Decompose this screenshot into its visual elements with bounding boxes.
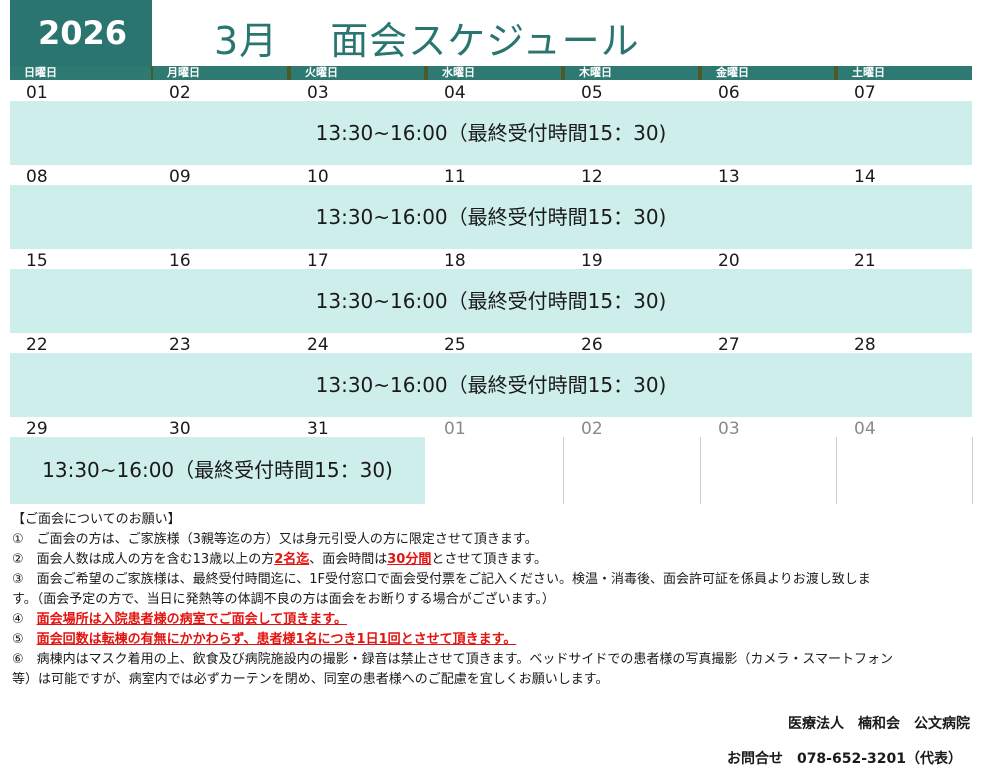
date-cell: 14	[854, 167, 876, 187]
contact-phone: お問合せ 078-652-3201（代表）	[726, 751, 962, 767]
date-cell: 26	[581, 335, 603, 355]
rule-3: ③ 面会ご希望のご家族様は、最終受付時間迄に、1F受付窓口で面会受付票をご記入く…	[12, 572, 871, 587]
cell-divider	[836, 437, 837, 504]
visiting-rules: 【ご面会についてのお願い】 ① ご面会の方は、ご家族様（3親等迄の方）又は身元引…	[12, 510, 972, 690]
next-month-date-cell: 03	[718, 419, 740, 439]
weekday-wednesday: 水曜日	[428, 66, 561, 80]
date-cell: 12	[581, 167, 603, 187]
rule-1: ① ご面会の方は、ご家族様（3親等迄の方）又は身元引受人の方に限定させて頂きます…	[12, 532, 538, 547]
rule-4-number: ④	[12, 612, 37, 627]
next-month-date-cell: 04	[854, 419, 876, 439]
rule-2: ② 面会人数は成人の方を含む13歳以上の方2名迄、面会時間は30分間とさせて頂き…	[12, 550, 972, 570]
date-cell: 05	[581, 83, 603, 103]
visiting-hours-band: 13:30~16:00（最終受付時間15：30)	[10, 269, 972, 333]
visiting-hours-band: 13:30~16:00（最終受付時間15：30)	[10, 185, 972, 249]
weekday-monday: 月曜日	[153, 66, 287, 80]
date-cell: 09	[169, 167, 191, 187]
date-cell: 15	[26, 251, 48, 271]
date-cell: 02	[169, 83, 191, 103]
rule-2-time-limit: 30分間	[387, 552, 432, 567]
date-cell: 27	[718, 335, 740, 355]
visiting-hours-band: 13:30~16:00（最終受付時間15：30)	[10, 437, 425, 504]
date-cell: 01	[26, 83, 48, 103]
date-cell: 06	[718, 83, 740, 103]
rule-5-number: ⑤	[12, 632, 37, 647]
date-cell: 13	[718, 167, 740, 187]
date-cell: 28	[854, 335, 876, 355]
date-cell: 18	[444, 251, 466, 271]
date-cell: 29	[26, 419, 48, 439]
weekday-thursday: 木曜日	[565, 66, 698, 80]
rule-2-visitor-limit: 2名迄	[274, 552, 310, 567]
date-cell: 21	[854, 251, 876, 271]
cell-divider	[972, 437, 973, 504]
weekday-friday: 金曜日	[702, 66, 834, 80]
date-cell: 08	[26, 167, 48, 187]
rule-6-continued: 等）は可能ですが、病室内では必ずカーテンを閉め、同室の患者様へのご配慮を宜しくお…	[12, 672, 609, 687]
date-cell: 16	[169, 251, 191, 271]
date-cell: 25	[444, 335, 466, 355]
rule-5-text: 面会回数は転棟の有無にかかわらず、患者様1名につき1日1回とさせて頂きます。	[36, 632, 517, 647]
date-cell: 19	[581, 251, 603, 271]
next-month-date-cell: 02	[581, 419, 603, 439]
visiting-hours-band: 13:30~16:00（最終受付時間15：30)	[10, 101, 972, 165]
date-cell: 30	[169, 419, 191, 439]
date-cell: 20	[718, 251, 740, 271]
date-cell: 11	[444, 167, 466, 187]
visiting-hours-band: 13:30~16:00（最終受付時間15：30)	[10, 353, 972, 417]
rules-heading: 【ご面会についてのお願い】	[12, 512, 181, 527]
weekday-tuesday: 火曜日	[291, 66, 424, 80]
date-cell: 31	[307, 419, 329, 439]
weekday-sunday: 日曜日	[10, 66, 151, 80]
date-cell: 22	[26, 335, 48, 355]
year-label: 2026	[10, 0, 152, 66]
date-cell: 07	[854, 83, 876, 103]
rule-4-text: 面会場所は入院患者様の病室でご面会して頂きます。	[36, 612, 347, 627]
rule-3-continued: す。（面会予定の方で、当日に発熱等の体調不良の方は面会をお断りする場合がございま…	[12, 592, 555, 607]
cell-divider	[700, 437, 701, 504]
next-month-date-cell: 01	[444, 419, 466, 439]
rule-2-text: 、面会時間は	[309, 552, 388, 567]
hospital-name: 医療法人 楠和会 公文病院	[788, 716, 970, 732]
weekday-saturday: 土曜日	[838, 66, 972, 80]
rule-6: ⑥ 病棟内はマスク着用の上、飲食及び病院施設内の撮影・録音は禁止させて頂きます。…	[12, 652, 893, 667]
rule-2-text: とさせて頂きます。	[431, 552, 548, 567]
date-cell: 03	[307, 83, 329, 103]
page-title: 3月 面会スケジュール	[214, 19, 640, 63]
date-cell: 23	[169, 335, 191, 355]
cell-divider	[563, 437, 564, 504]
date-cell: 24	[307, 335, 329, 355]
rule-5: ⑤ 面会回数は転棟の有無にかかわらず、患者様1名につき1日1回とさせて頂きます。	[12, 630, 972, 650]
rule-2-text: ② 面会人数は成人の方を含む13歳以上の方	[12, 552, 275, 567]
rule-4: ④ 面会場所は入院患者様の病室でご面会して頂きます。	[12, 610, 972, 630]
date-cell: 10	[307, 167, 329, 187]
date-cell: 17	[307, 251, 329, 271]
date-cell: 04	[444, 83, 466, 103]
